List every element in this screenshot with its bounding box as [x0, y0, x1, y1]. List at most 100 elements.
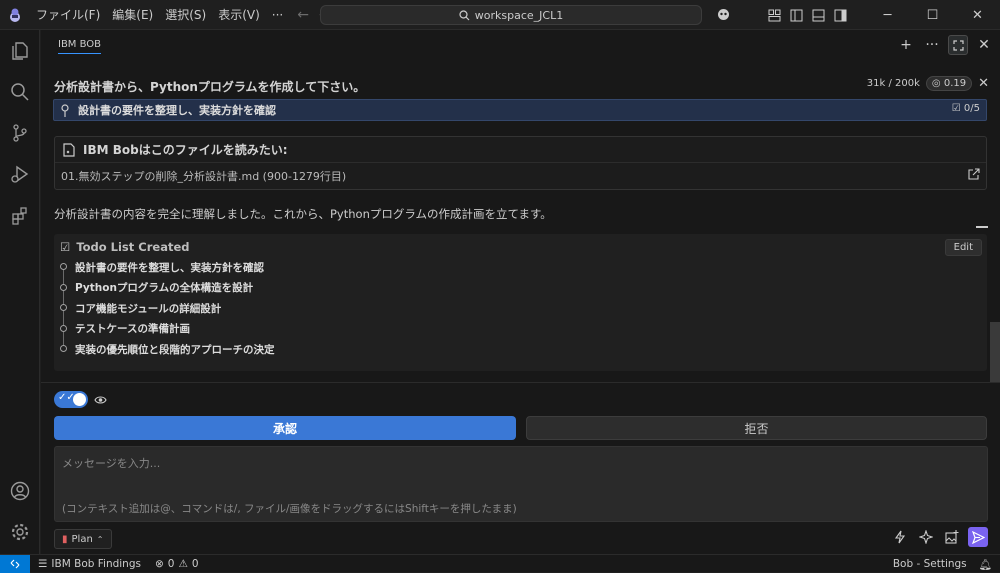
- send-button[interactable]: [968, 527, 988, 547]
- add-image-icon[interactable]: [942, 527, 962, 547]
- auto-approve-row: ✓✓: [54, 391, 107, 408]
- warning-icon: ⚠: [178, 557, 188, 570]
- file-path-row[interactable]: 01.無効ステップの削除_分析設計書.md (900-1279行目): [55, 163, 986, 189]
- menu-more[interactable]: ···: [266, 0, 289, 30]
- composer: ✓✓ 承認 拒否 メッセージを入力... (コンテキスト追加は@、コマンドは/,…: [41, 382, 1000, 554]
- toggle-primary-sidebar-icon[interactable]: [785, 0, 807, 30]
- findings-label: IBM Bob Findings: [51, 557, 141, 570]
- file-read-heading: IBM Bobはこのファイルを読みたい:: [83, 143, 288, 157]
- menu-bar: ファイル(F) 編集(E) 選択(S) 表示(V) ···: [30, 0, 289, 30]
- todo-item-label: テストケースの準備計画: [75, 323, 190, 336]
- close-task-icon[interactable]: ✕: [978, 76, 989, 91]
- extensions-icon[interactable]: [0, 194, 40, 235]
- scrollbar-thumb[interactable]: [990, 322, 1000, 382]
- todo-item: Pythonプログラムの全体構造を設計: [60, 278, 987, 299]
- lightning-icon[interactable]: [890, 527, 910, 547]
- back-arrow-icon[interactable]: ←: [297, 7, 309, 23]
- mode-selector[interactable]: ▮ Plan ⌃: [54, 529, 112, 549]
- todo-item: 設計書の要件を整理し、実装方針を確認: [60, 257, 987, 278]
- eye-icon[interactable]: [94, 395, 107, 405]
- token-usage: 31k / 200k: [866, 78, 920, 89]
- app-logo-icon: [0, 0, 30, 30]
- more-actions-icon[interactable]: ···: [922, 35, 942, 55]
- menu-view[interactable]: 表示(V): [212, 0, 266, 30]
- menu-file[interactable]: ファイル(F): [30, 0, 106, 30]
- toggle-panel-icon[interactable]: [807, 0, 829, 30]
- problems-item[interactable]: ⊗ 0 ⚠ 0: [155, 558, 199, 570]
- command-center-search[interactable]: workspace_JCL1: [320, 5, 702, 25]
- bell-icon[interactable]: 🔔︎: [979, 558, 992, 571]
- step-counter: ☑ 0/5: [952, 103, 980, 114]
- current-step-label: 設計書の要件を整理し、実装方針を確認: [78, 104, 276, 117]
- settings-gear-icon[interactable]: [0, 511, 40, 552]
- checklist-icon: ☑: [60, 240, 71, 254]
- edit-button[interactable]: Edit: [944, 239, 982, 256]
- findings-item[interactable]: ☰ IBM Bob Findings: [38, 558, 141, 570]
- send-icon: [971, 530, 985, 544]
- todo-item: コア機能モジュールの詳細設計: [60, 298, 987, 319]
- copilot-icon[interactable]: [712, 0, 734, 30]
- title-bar: ファイル(F) 編集(E) 選択(S) 表示(V) ··· ← → worksp…: [0, 0, 1000, 30]
- source-control-icon[interactable]: [0, 112, 40, 153]
- message-input[interactable]: メッセージを入力... (コンテキスト追加は@、コマンドは/, ファイル/画像を…: [54, 446, 988, 522]
- title-bar-controls: ─ ☐ ✕: [763, 0, 1000, 30]
- run-debug-icon[interactable]: [0, 153, 40, 194]
- account-icon[interactable]: [0, 470, 40, 511]
- status-bar: ☰ IBM Bob Findings ⊗ 0 ⚠ 0 Bob - Setting…: [0, 554, 1000, 573]
- close-panel-icon[interactable]: ✕: [974, 35, 994, 55]
- todo-item-label: コア機能モジュールの詳細設計: [75, 302, 222, 315]
- customize-layout-icon[interactable]: [763, 0, 785, 30]
- list-icon: ☰: [38, 557, 48, 570]
- todo-item: 実装の優先順位と段階的アプローチの決定: [60, 339, 987, 360]
- bob-settings-item[interactable]: Bob - Settings: [893, 558, 967, 570]
- panel-header: IBM BOB + ··· ✕: [41, 30, 1000, 62]
- search-text: workspace_JCL1: [474, 8, 564, 22]
- message-hint: (コンテキスト追加は@、コマンドは/, ファイル/画像をドラッグするにはShif…: [62, 503, 517, 515]
- todo-items: 設計書の要件を整理し、実装方針を確認 Pythonプログラムの全体構造を設計 コ…: [54, 257, 987, 360]
- toggle-secondary-sidebar-icon[interactable]: [829, 0, 851, 30]
- reject-button[interactable]: 拒否: [526, 416, 987, 440]
- composer-actions: [890, 527, 988, 547]
- menu-edit[interactable]: 編集(E): [106, 0, 159, 30]
- activity-bar: [0, 30, 40, 554]
- chat-content: 分析設計書から、Pythonプログラムを作成して下さい。 31k / 200k …: [41, 62, 1000, 382]
- todo-heading: Todo List Created: [76, 240, 190, 254]
- chevron-up-icon: ⌃: [96, 534, 104, 544]
- panel-actions: + ··· ✕: [896, 35, 994, 55]
- scroll-marker: [976, 226, 988, 228]
- tab-ibm-bob[interactable]: IBM BOB: [58, 39, 102, 54]
- message-placeholder: メッセージを入力...: [62, 457, 161, 470]
- auto-approve-toggle[interactable]: ✓✓: [54, 391, 88, 408]
- maximize-icon[interactable]: ☐: [910, 0, 955, 30]
- mode-label: Plan: [71, 533, 93, 545]
- file-path: 01.無効ステップの削除_分析設計書.md (900-1279行目): [61, 170, 347, 183]
- todo-list-card: ☑ Todo List Created Edit 設計書の要件を整理し、実装方針…: [54, 234, 987, 371]
- approve-button[interactable]: 承認: [54, 416, 516, 440]
- todo-item: テストケースの準備計画: [60, 319, 987, 340]
- maximize-panel-icon[interactable]: [948, 35, 968, 55]
- status-bar-right: Bob - Settings 🔔︎: [893, 555, 992, 573]
- error-icon: ⊗: [154, 557, 164, 570]
- minimize-icon[interactable]: ─: [865, 0, 910, 30]
- todo-dot-icon: [60, 304, 67, 311]
- close-window-icon[interactable]: ✕: [955, 0, 1000, 30]
- todo-item-label: 設計書の要件を整理し、実装方針を確認: [75, 261, 264, 274]
- checklist-icon: ☑: [951, 103, 961, 114]
- warning-count: 0: [191, 557, 199, 570]
- todo-dot-icon: [60, 345, 67, 352]
- todo-dot-icon: [60, 324, 67, 332]
- new-task-icon[interactable]: +: [896, 35, 916, 55]
- explorer-icon[interactable]: [0, 30, 40, 71]
- menu-selection[interactable]: 選択(S): [159, 0, 212, 30]
- task-meta: 31k / 200k ◎ 0.19 ✕: [867, 76, 989, 91]
- step-count-value: 0/5: [963, 103, 980, 114]
- current-step-bar[interactable]: 設計書の要件を整理し、実装方針を確認 ☑ 0/5: [53, 99, 987, 121]
- file-icon: [63, 142, 75, 157]
- remote-indicator-icon[interactable]: [0, 554, 30, 573]
- open-external-icon[interactable]: [968, 168, 980, 180]
- search-icon: [459, 9, 470, 20]
- coin-icon: ◎: [931, 78, 941, 89]
- search-icon[interactable]: [0, 71, 40, 112]
- todo-dot-icon: [60, 263, 67, 270]
- sparkle-icon[interactable]: [916, 527, 936, 547]
